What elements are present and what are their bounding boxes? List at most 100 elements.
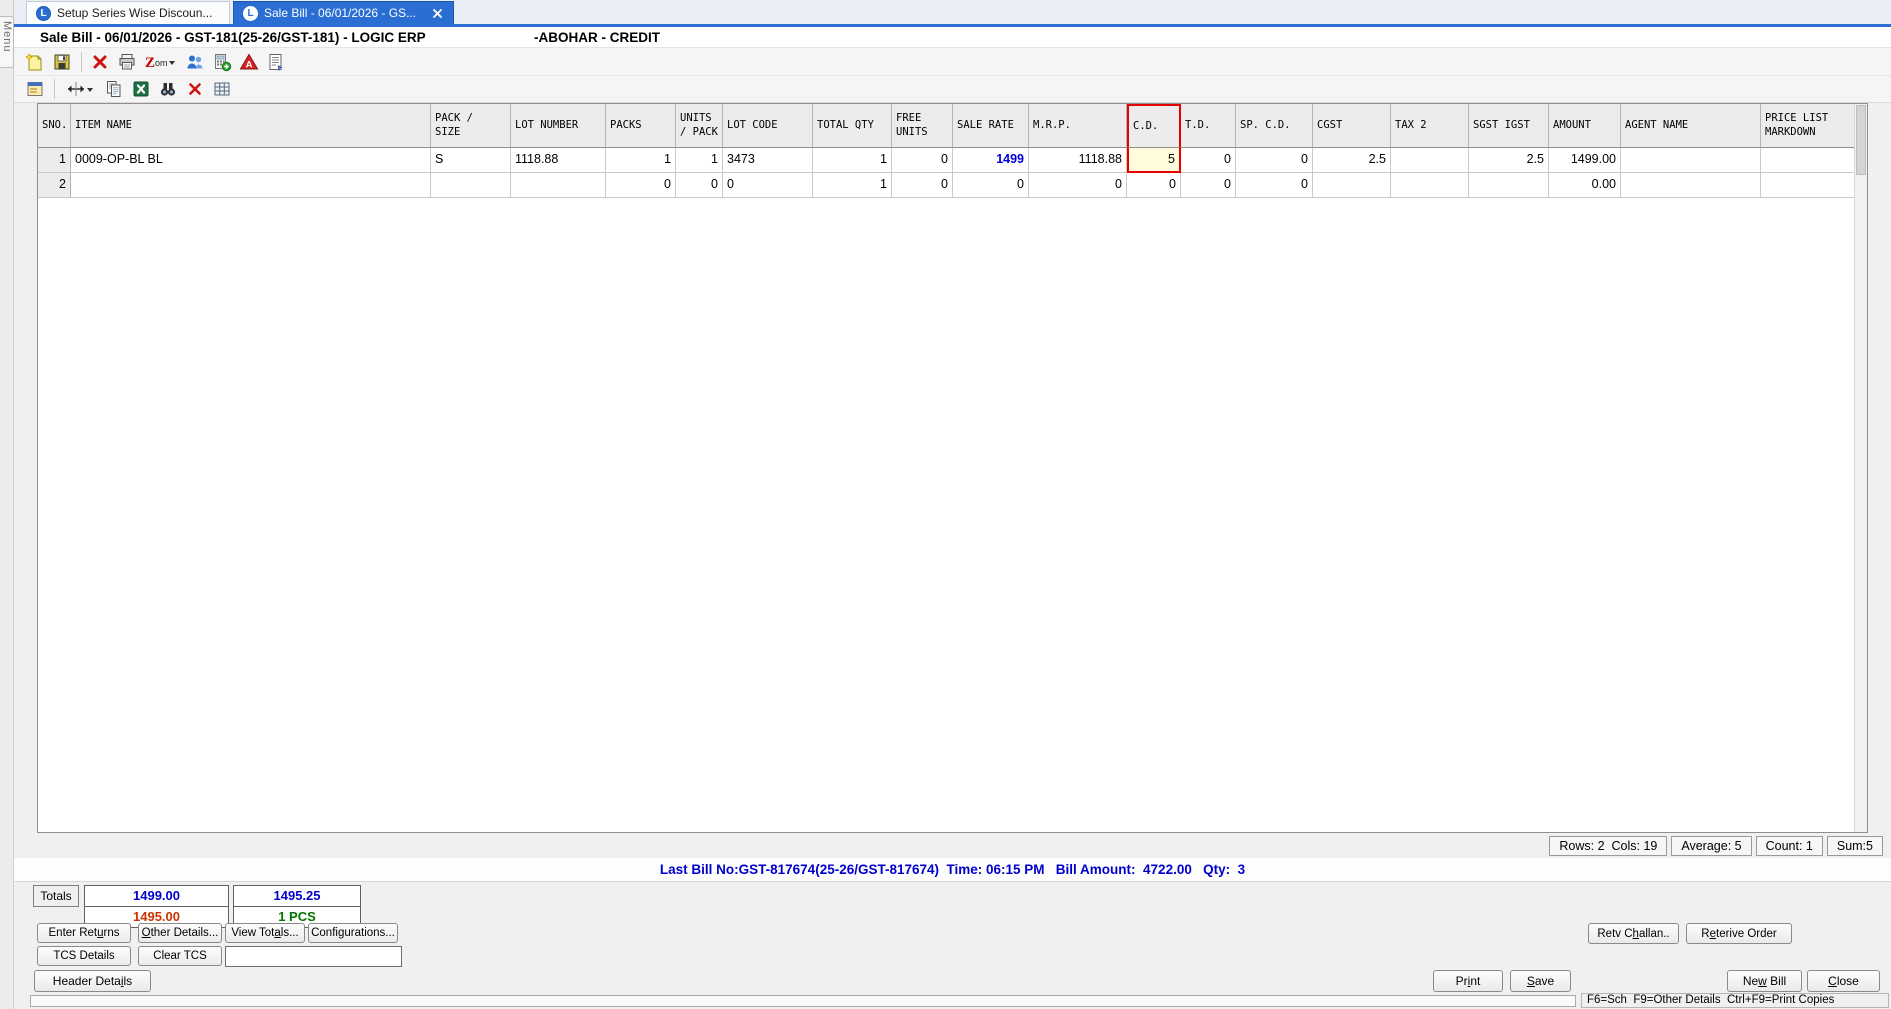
zoom-icon: Zom — [145, 55, 175, 71]
column-header[interactable]: PRICE LIST MARKDOWN — [1761, 104, 1855, 148]
view-totals-button[interactable]: View Totals... — [225, 923, 305, 943]
column-header[interactable]: ITEM NAME — [71, 104, 431, 148]
column-header[interactable]: AGENT NAME — [1621, 104, 1761, 148]
enter-returns-button[interactable]: Enter Returns — [37, 923, 131, 943]
grid-cell[interactable]: 2.5 — [1469, 148, 1549, 173]
grid-cell[interactable]: 1118.88 — [511, 148, 606, 173]
grid-cell[interactable]: 5 — [1127, 148, 1181, 173]
grid-cell[interactable] — [1621, 148, 1761, 173]
grid-cell[interactable]: 0009-OP-BL BL — [71, 148, 431, 173]
column-header[interactable]: PACKS — [606, 104, 676, 148]
grid-cell[interactable]: 2 — [38, 173, 71, 198]
grid-cell[interactable]: 0 — [953, 173, 1029, 198]
grid-cell[interactable] — [1621, 173, 1761, 198]
grid-cell[interactable]: 1 — [676, 148, 723, 173]
app-logo-icon: L — [36, 5, 51, 21]
grid-cell[interactable]: 1 — [813, 173, 892, 198]
new-bill-button[interactable]: New Bill — [1727, 970, 1802, 992]
save-button[interactable]: Save — [1510, 970, 1571, 992]
column-header[interactable]: SP. C.D. — [1236, 104, 1313, 148]
grid-cell[interactable]: 1 — [813, 148, 892, 173]
excel-export-button[interactable] — [128, 77, 154, 101]
grid-cell[interactable] — [1313, 173, 1391, 198]
clear-button[interactable] — [182, 77, 208, 101]
grid-cell[interactable]: S — [431, 148, 511, 173]
grid-cell[interactable]: 0.00 — [1549, 173, 1621, 198]
column-header[interactable]: SALE RATE — [953, 104, 1029, 148]
alert-button[interactable]: A — [236, 50, 262, 74]
bill-details-button[interactable] — [263, 50, 289, 74]
column-header[interactable]: PACK / SIZE — [431, 104, 511, 148]
grid-stat-box: Average: 5 — [1671, 835, 1752, 856]
grid-cell[interactable] — [431, 173, 511, 198]
tab-close-icon[interactable] — [430, 6, 444, 20]
column-header[interactable]: T.D. — [1181, 104, 1236, 148]
grid-cell[interactable]: 0 — [606, 173, 676, 198]
column-header[interactable]: TOTAL QTY — [813, 104, 892, 148]
calculator-add-button[interactable] — [209, 50, 235, 74]
grid-cell[interactable]: 1 — [606, 148, 676, 173]
column-header[interactable]: FREE UNITS — [892, 104, 953, 148]
save-button[interactable] — [49, 50, 75, 74]
grid-cell[interactable]: 0 — [676, 173, 723, 198]
copy-button[interactable] — [101, 77, 127, 101]
tcs-details-button[interactable]: TCS Details — [37, 946, 131, 966]
other-details-button[interactable]: Other Details... — [138, 923, 222, 943]
reterive-order-button[interactable]: Reterive Order — [1686, 923, 1792, 944]
column-header[interactable]: LOT NUMBER — [511, 104, 606, 148]
menu-flyout-tab[interactable]: Menu — [0, 16, 14, 68]
grid-cell[interactable]: 0 — [1181, 148, 1236, 173]
configurations-button[interactable]: Configurations... — [308, 923, 398, 943]
column-header[interactable]: AMOUNT — [1549, 104, 1621, 148]
tcs-value-input[interactable] — [225, 946, 402, 967]
column-width-button[interactable] — [60, 77, 100, 101]
party-button[interactable] — [182, 50, 208, 74]
grid-cell[interactable]: 2.5 — [1313, 148, 1391, 173]
grid-cell[interactable] — [1391, 148, 1469, 173]
grid-cell[interactable]: 3473 — [723, 148, 813, 173]
column-header[interactable]: SNO. — [38, 104, 71, 148]
close-button[interactable]: Close — [1807, 970, 1880, 992]
grid-cell[interactable] — [71, 173, 431, 198]
column-header[interactable]: SGST IGST — [1469, 104, 1549, 148]
form-view-button[interactable] — [22, 77, 48, 101]
column-header[interactable]: M.R.P. — [1029, 104, 1127, 148]
scrollbar-thumb[interactable] — [1856, 105, 1866, 175]
print-button[interactable]: Print — [1433, 970, 1503, 992]
grid-cell[interactable]: 0 — [1236, 173, 1313, 198]
grid-cell[interactable]: 0 — [1236, 148, 1313, 173]
grid-cell[interactable] — [511, 173, 606, 198]
grid-cell[interactable]: 1499.00 — [1549, 148, 1621, 173]
delete-button[interactable] — [87, 50, 113, 74]
grid-cell[interactable] — [1761, 173, 1855, 198]
header-details-button[interactable]: Header Details — [34, 970, 151, 992]
grid-cell[interactable]: 0 — [892, 148, 953, 173]
grid-cell[interactable]: 0 — [1029, 173, 1127, 198]
vertical-scrollbar[interactable] — [1854, 104, 1867, 832]
column-header[interactable]: UNITS / PACK — [676, 104, 723, 148]
column-header[interactable]: TAX 2 — [1391, 104, 1469, 148]
find-button[interactable] — [155, 77, 181, 101]
new-bill-button[interactable] — [22, 50, 48, 74]
grid-cell[interactable]: 0 — [892, 173, 953, 198]
grid-cell[interactable]: 1499 — [953, 148, 1029, 173]
grid-cell[interactable]: 0 — [723, 173, 813, 198]
column-header[interactable]: CGST — [1313, 104, 1391, 148]
grid-cell[interactable]: 0 — [1127, 173, 1181, 198]
grid-cell[interactable]: 0 — [1181, 173, 1236, 198]
grid-cell[interactable]: 1 — [38, 148, 71, 173]
column-header[interactable]: LOT CODE — [723, 104, 813, 148]
tab-sale-bill[interactable]: L Sale Bill - 06/01/2026 - GS... — [233, 1, 454, 24]
tab-setup-series-wise-discount[interactable]: L Setup Series Wise Discoun... — [26, 1, 230, 24]
grid-cell[interactable] — [1391, 173, 1469, 198]
grid-cell[interactable] — [1761, 148, 1855, 173]
column-header[interactable]: C.D. — [1127, 104, 1181, 148]
grid-lines-button[interactable] — [209, 77, 235, 101]
grid-cell[interactable]: 1118.88 — [1029, 148, 1127, 173]
retv-challan-button[interactable]: Retv Challan.. — [1588, 923, 1679, 944]
party-icon — [187, 55, 203, 68]
grid-cell[interactable] — [1469, 173, 1549, 198]
zoom-button[interactable]: Zom — [141, 50, 181, 74]
clear-tcs-button[interactable]: Clear TCS — [138, 946, 222, 966]
print-button[interactable] — [114, 50, 140, 74]
